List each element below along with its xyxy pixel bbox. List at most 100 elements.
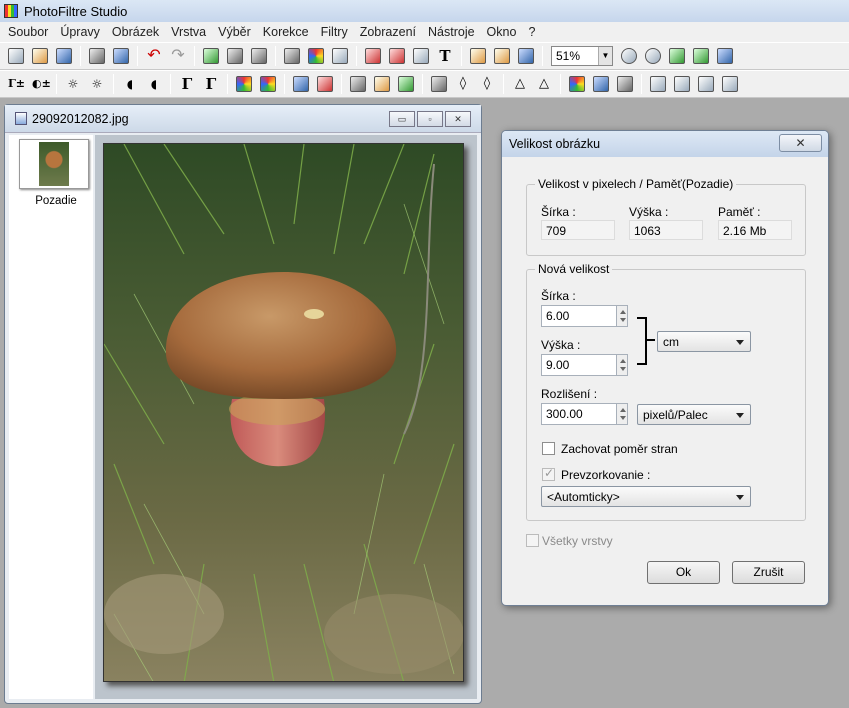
gradient-icon (569, 76, 585, 92)
rotate-button[interactable] (695, 73, 717, 95)
menu-okno[interactable]: Okno (481, 25, 523, 39)
resolution-unit-select[interactable]: pixelů/Palec (637, 404, 751, 425)
text-button[interactable]: T (434, 45, 456, 67)
resample-checkbox[interactable] (542, 466, 555, 481)
resolution-spinner[interactable] (616, 403, 628, 425)
photo-canvas[interactable] (103, 143, 464, 682)
resolution-input[interactable]: 300.00 (541, 403, 617, 425)
crop-button[interactable] (410, 45, 432, 67)
print-button[interactable] (86, 45, 108, 67)
texture-button[interactable] (371, 73, 393, 95)
menu-help[interactable]: ? (522, 25, 541, 39)
color-grid-button[interactable] (305, 45, 327, 67)
new-icon (8, 48, 24, 64)
saturation-plus-button[interactable] (257, 73, 279, 95)
undo-icon: ↶ (147, 47, 161, 64)
menu-upravy[interactable]: Úpravy (54, 25, 106, 39)
unit-select[interactable]: cm (657, 331, 751, 352)
window-controls: ▭ ▫ ✕ (387, 111, 471, 127)
saturation-minus-button[interactable] (233, 73, 255, 95)
zoom-select[interactable]: 51% ▼ (551, 46, 613, 66)
menu-zobrazeni[interactable]: Zobrazení (354, 25, 422, 39)
gamma-minus-button[interactable]: Γ (176, 73, 198, 95)
contrast-plus-button[interactable]: ◖ (143, 73, 165, 95)
toolbar-separator (461, 46, 462, 66)
cancel-button[interactable]: Zrušit (732, 561, 805, 584)
brightness-plus-button[interactable]: ☼ (86, 73, 108, 95)
brightness-minus-button[interactable]: ☼ (62, 73, 84, 95)
zoom-in-button[interactable] (618, 45, 640, 67)
document-titlebar[interactable]: 29092012082.jpg ▭ ▫ ✕ (5, 105, 481, 133)
new-height-input[interactable]: 9.00 (541, 354, 617, 376)
pattern-button[interactable] (395, 73, 417, 95)
paste-new-button[interactable] (248, 45, 270, 67)
transparency-button[interactable] (329, 45, 351, 67)
gray-swatch-button[interactable] (281, 45, 303, 67)
emboss-button[interactable] (428, 73, 450, 95)
crop-icon (413, 48, 429, 64)
undo-button[interactable]: ↶ (143, 45, 165, 67)
new-width-spinner[interactable] (616, 305, 628, 327)
open-button[interactable] (29, 45, 51, 67)
soften-icon: △ (539, 76, 549, 91)
rotate-ccw-button[interactable] (719, 73, 741, 95)
saturation-plus-icon (260, 76, 276, 92)
color-balance-icon (317, 76, 333, 92)
paste-button[interactable] (224, 45, 246, 67)
fit-button[interactable] (666, 45, 688, 67)
brightness-minus-icon: ☼ (67, 77, 79, 91)
fullscreen-button[interactable] (714, 45, 736, 67)
canvas-size-button[interactable] (386, 45, 408, 67)
soften-button[interactable]: △ (533, 73, 555, 95)
plugin-button[interactable] (515, 45, 537, 67)
gradient-button[interactable] (566, 73, 588, 95)
menu-filtry[interactable]: Filtry (315, 25, 354, 39)
auto-levels-button[interactable]: Γ± (5, 73, 27, 95)
browser-button[interactable] (467, 45, 489, 67)
toolbar-separator (503, 74, 504, 94)
new-button[interactable] (5, 45, 27, 67)
ok-button[interactable]: Ok (647, 561, 720, 584)
gamma-plus-button[interactable]: Γ (200, 73, 222, 95)
menu-vyber[interactable]: Výběr (212, 25, 257, 39)
contrast-minus-button[interactable]: ◖ (119, 73, 141, 95)
menu-obrazek[interactable]: Obrázek (106, 25, 165, 39)
new-height-spinner[interactable] (616, 354, 628, 376)
maximize-button[interactable]: ▫ (417, 111, 443, 127)
flip-v-button[interactable] (671, 73, 693, 95)
flip-h-button[interactable] (647, 73, 669, 95)
fade-button[interactable] (590, 73, 612, 95)
redo-button[interactable]: ↷ (167, 45, 189, 67)
all-layers-checkbox[interactable] (526, 534, 539, 547)
menu-soubor[interactable]: Soubor (2, 25, 54, 39)
minimize-button[interactable]: ▭ (389, 111, 415, 127)
auto-contrast-button[interactable]: ◐± (29, 73, 51, 95)
new-width-input[interactable]: 6.00 (541, 305, 617, 327)
sharpen-button[interactable]: △ (509, 73, 531, 95)
current-width-label: Šírka : (541, 205, 576, 219)
color-balance-button[interactable] (314, 73, 336, 95)
layer-thumbnail[interactable] (19, 139, 89, 189)
redo-icon: ↷ (171, 47, 185, 64)
palette-button[interactable] (491, 45, 513, 67)
pattern-icon (398, 76, 414, 92)
image-size-button[interactable] (362, 45, 384, 67)
stamp-button[interactable] (614, 73, 636, 95)
drop-outline-button[interactable]: ◊ (476, 73, 498, 95)
canvas-area[interactable] (95, 135, 477, 699)
keep-ratio-checkbox[interactable] (542, 442, 555, 455)
copy-button[interactable] (200, 45, 222, 67)
dialog-close-button[interactable]: ✕ (779, 134, 822, 152)
real-size-button[interactable] (690, 45, 712, 67)
menu-vrstva[interactable]: Vrstva (165, 25, 212, 39)
save-button[interactable] (53, 45, 75, 67)
close-button[interactable]: ✕ (445, 111, 471, 127)
grid-button[interactable] (347, 73, 369, 95)
zoom-out-button[interactable] (642, 45, 664, 67)
hue-button[interactable] (290, 73, 312, 95)
drop-button[interactable]: ◊ (452, 73, 474, 95)
menu-korekce[interactable]: Korekce (257, 25, 315, 39)
menu-nastroje[interactable]: Nástroje (422, 25, 481, 39)
scan-button[interactable] (110, 45, 132, 67)
resample-mode-select[interactable]: <Automticky> (541, 486, 751, 507)
